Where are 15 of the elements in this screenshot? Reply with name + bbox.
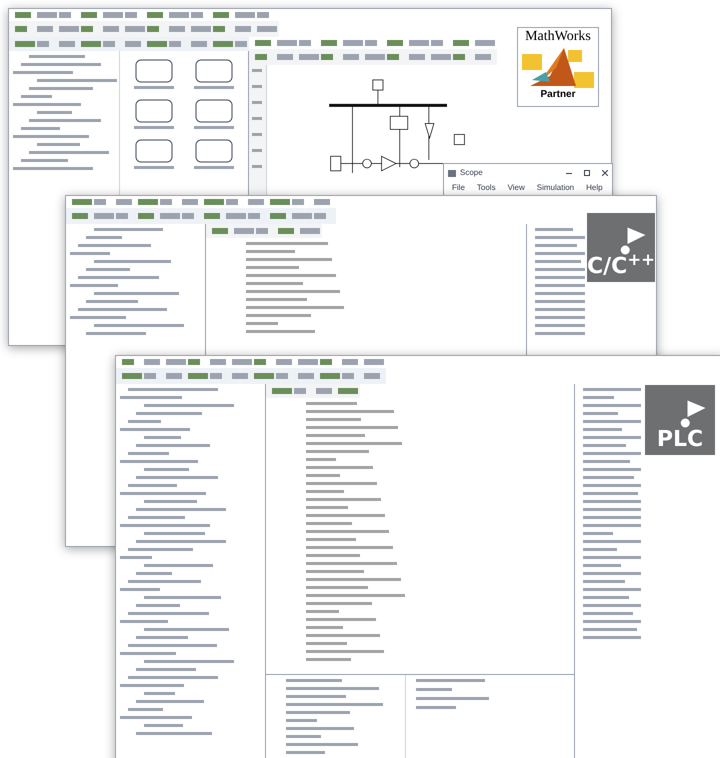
menu-item[interactable]: Simulation [536,182,574,194]
menu-item[interactable]: File [452,182,465,194]
membrane-icon [520,46,596,90]
logo-name: MathWorks [525,28,591,46]
close-icon [602,170,608,176]
window-title: Scope [460,167,484,179]
scope-icon [448,170,456,176]
menu-item[interactable]: Tools [476,182,496,194]
badge-label: PLC [656,429,704,451]
badge-label: C/C$^{++}$ [587,256,655,278]
menu-item[interactable]: Help [586,182,603,194]
menu-item[interactable]: View [508,182,525,194]
logo-caption: Partner [540,90,576,100]
maximize-icon [584,170,590,176]
minimize-icon [566,172,572,174]
